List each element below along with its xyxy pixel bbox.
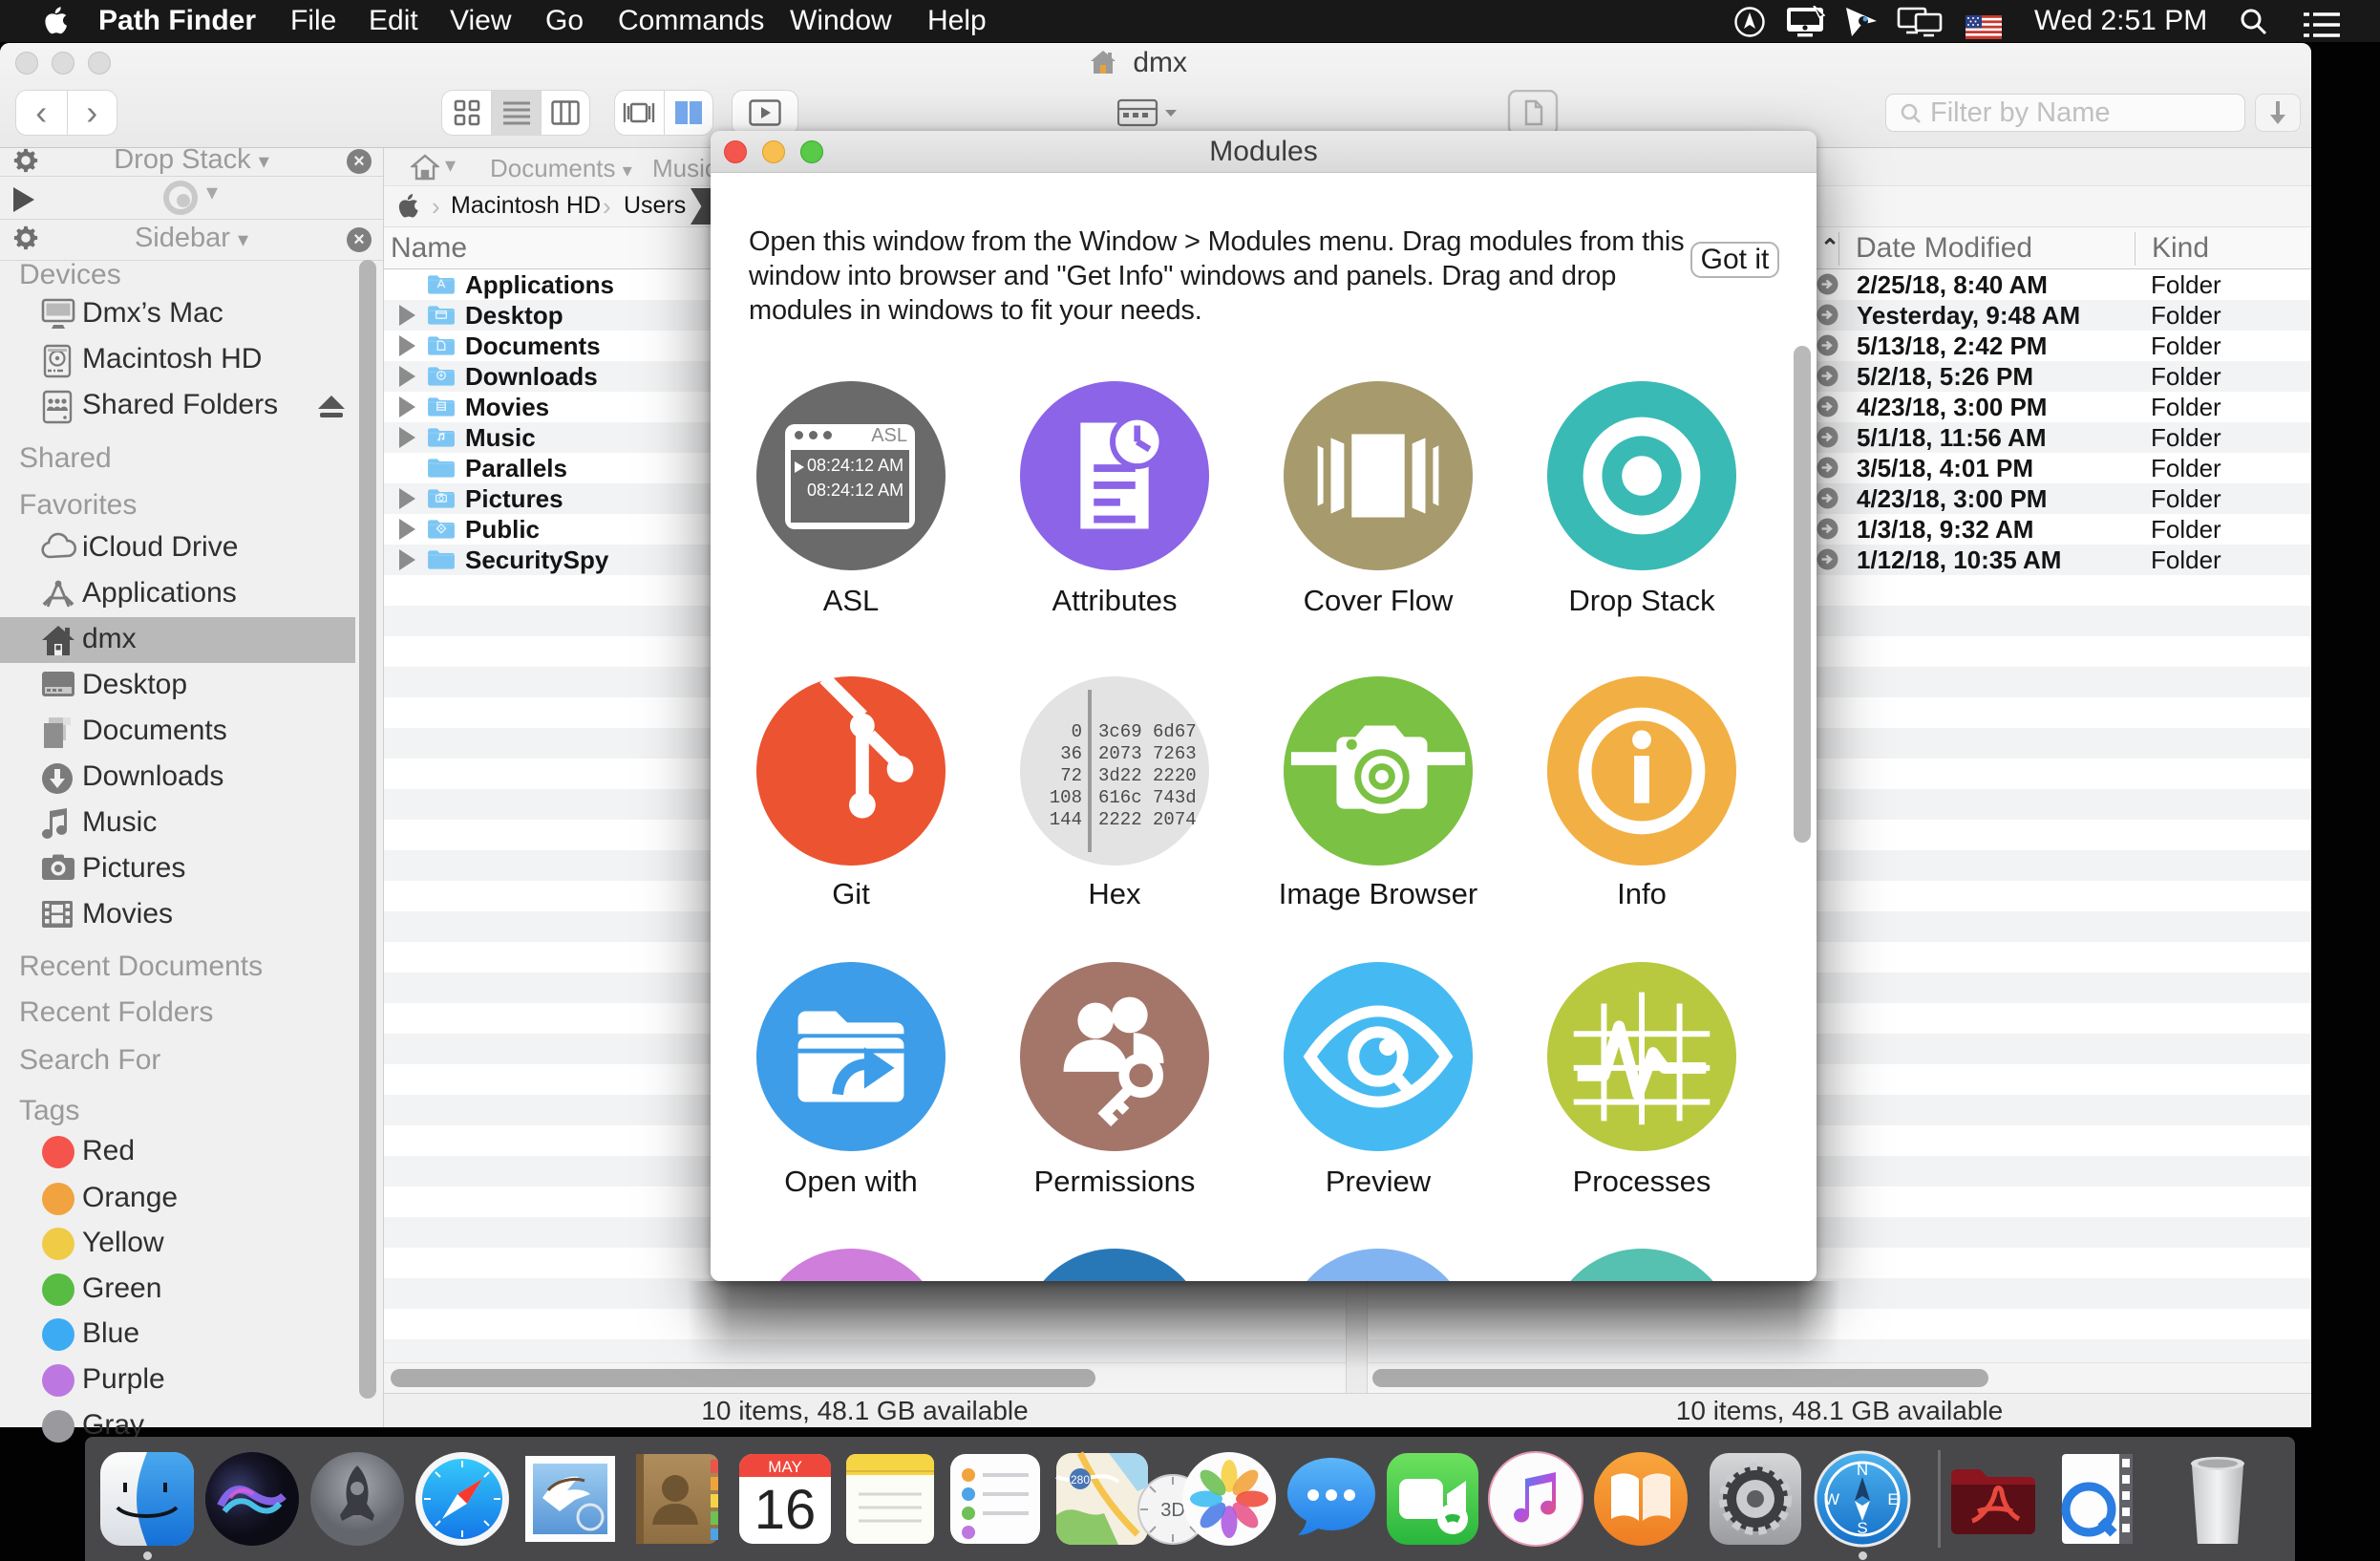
svg-text:E: E <box>1887 1490 1898 1508</box>
svg-text:W: W <box>1824 1490 1839 1508</box>
svg-text:MAY: MAY <box>768 1458 802 1476</box>
svg-text:S: S <box>1857 1519 1867 1537</box>
svg-text:16: 16 <box>754 1479 817 1541</box>
svg-text:280: 280 <box>1071 1473 1090 1486</box>
svg-text:N: N <box>1857 1461 1868 1479</box>
